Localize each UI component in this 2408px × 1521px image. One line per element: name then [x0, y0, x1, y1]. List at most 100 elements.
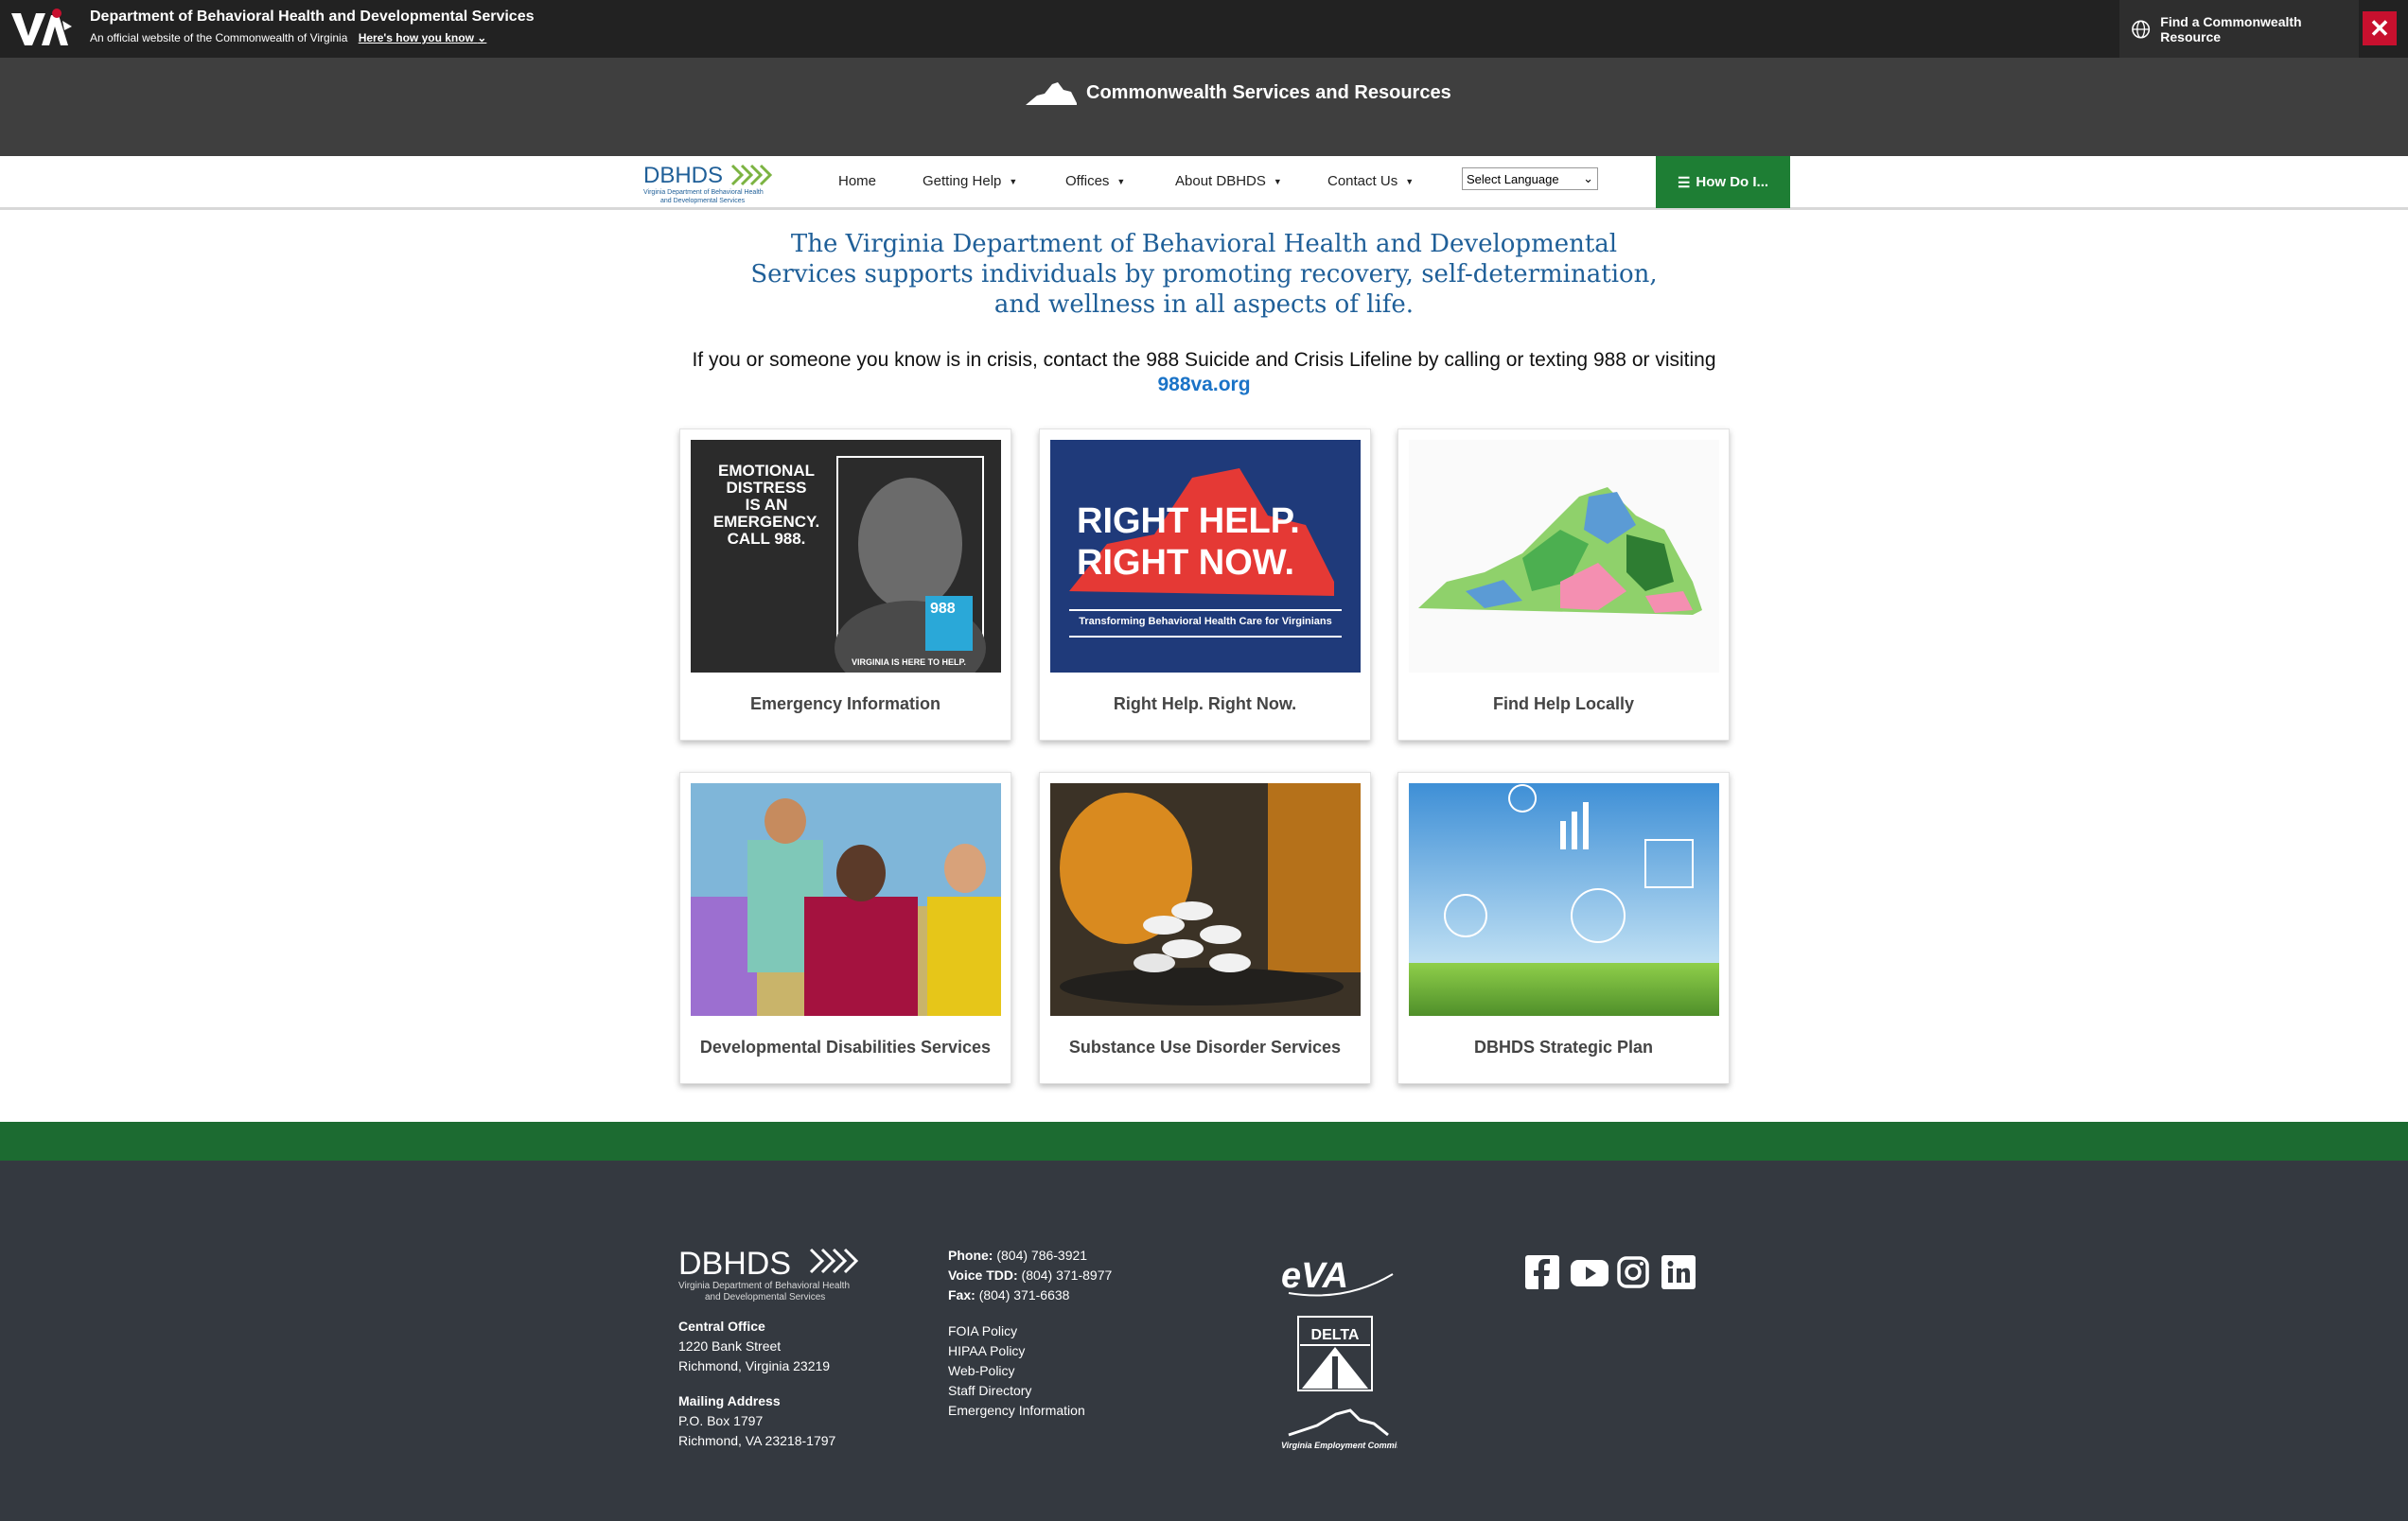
- card-strategic-plan[interactable]: DBHDS Strategic Plan: [1397, 772, 1730, 1084]
- headline-line: CALL 988.: [727, 530, 806, 548]
- youtube-icon[interactable]: [1571, 1255, 1608, 1289]
- card-label: DBHDS Strategic Plan: [1473, 1038, 1654, 1057]
- mailing-label: Mailing Address: [678, 1393, 781, 1408]
- instagram-icon[interactable]: [1616, 1255, 1650, 1289]
- nav-offices[interactable]: Offices ▼: [1065, 173, 1125, 189]
- headline-line: EMERGENCY.: [712, 513, 820, 531]
- commonwealth-bar: Commonwealth Services and Resources: [0, 58, 2408, 156]
- headline-line: DISTRESS: [726, 479, 807, 497]
- phone-label: Phone:: [948, 1248, 993, 1263]
- footer-logo-text: DBHDS: [678, 1246, 791, 1282]
- right-help-headline: RIGHT HELP. RIGHT NOW.: [1077, 500, 1300, 584]
- 988-link[interactable]: 988va.org: [662, 373, 1746, 397]
- right-help-tagline: Transforming Behavioral Health Care for …: [1079, 616, 1332, 627]
- caret-down-icon: ▼: [1009, 177, 1018, 187]
- main-navigation: DBHDS Virginia Department of Behavioral …: [0, 156, 2408, 210]
- card-find-help-locally[interactable]: Find Help Locally: [1397, 428, 1730, 741]
- emergency-image: EMOTIONAL DISTRESS IS AN EMERGENCY. CALL…: [691, 440, 1001, 673]
- phone-value[interactable]: (804) 786-3921: [996, 1248, 1087, 1263]
- close-icon[interactable]: ✕: [2363, 11, 2397, 45]
- tdd-label: Voice TDD:: [948, 1268, 1018, 1283]
- headline-line: IS AN: [745, 496, 788, 514]
- svg-text:DBHDS: DBHDS: [643, 163, 723, 188]
- tdd-value[interactable]: (804) 371-8977: [1022, 1268, 1113, 1283]
- commonwealth-services-link[interactable]: Commonwealth Services and Resources: [1024, 79, 1451, 107]
- foia-policy-link[interactable]: FOIA Policy: [948, 1321, 1085, 1341]
- how-do-i-label: How Do I...: [1696, 174, 1769, 190]
- caret-down-icon: ▼: [1116, 177, 1126, 187]
- central-office-label: Central Office: [678, 1319, 765, 1334]
- virginia-logo[interactable]: [8, 4, 76, 49]
- delta-text: DELTA: [1311, 1327, 1360, 1343]
- virginia-map-image: [1409, 440, 1719, 673]
- crisis-text: If you or someone you know is in crisis,…: [692, 349, 1716, 371]
- linkedin-icon[interactable]: [1661, 1255, 1696, 1289]
- dbhds-logo[interactable]: DBHDS Virginia Department of Behavioral …: [642, 160, 795, 205]
- mailing-line: P.O. Box 1797: [678, 1413, 764, 1428]
- caret-down-icon: ▼: [1273, 177, 1282, 187]
- official-site-text: An official website of the Commonwealth …: [90, 31, 486, 44]
- globe-icon: [2132, 20, 2151, 38]
- find-resource-button[interactable]: Find a Commonwealth Resource: [2119, 0, 2359, 58]
- svg-text:Virginia Department of Behavio: Virginia Department of Behavioral Health: [643, 189, 764, 196]
- partner-logos: eVA DELTA Virginia Employment Commission: [1279, 1251, 1419, 1464]
- footer-logo-sub: and Developmental Services: [705, 1292, 825, 1302]
- dbhds-footer-logo[interactable]: DBHDS Virginia Department of Behavioral …: [678, 1246, 877, 1306]
- social-links: [1525, 1255, 1696, 1289]
- nav-about[interactable]: About DBHDS ▼: [1175, 173, 1282, 189]
- emergency-information-link[interactable]: Emergency Information: [948, 1401, 1085, 1421]
- emergency-tagline: VIRGINIA IS HERE TO HELP.: [852, 657, 966, 667]
- web-policy-link[interactable]: Web-Policy: [948, 1361, 1085, 1381]
- emergency-headline: EMOTIONAL DISTRESS IS AN EMERGENCY. CALL…: [700, 463, 833, 548]
- headline-line: EMOTIONAL: [718, 462, 815, 480]
- crisis-message: If you or someone you know is in crisis,…: [662, 348, 1746, 397]
- card-developmental-disabilities[interactable]: Developmental Disabilities Services: [679, 772, 1011, 1084]
- mailing-line: Richmond, VA 23218-1797: [678, 1433, 836, 1448]
- eva-text: eVA: [1281, 1256, 1348, 1296]
- how-do-i-button[interactable]: ☰ How Do I...: [1656, 156, 1790, 208]
- how-you-know-link[interactable]: Here's how you know ⌄: [359, 31, 487, 44]
- card-substance-use[interactable]: Substance Use Disorder Services: [1039, 772, 1371, 1084]
- language-select-value: Select Language: [1467, 171, 1559, 186]
- card-right-help[interactable]: RIGHT HELP. RIGHT NOW. Transforming Beha…: [1039, 428, 1371, 741]
- right-help-image: RIGHT HELP. RIGHT NOW. Transforming Beha…: [1050, 440, 1361, 673]
- hipaa-policy-link[interactable]: HIPAA Policy: [948, 1341, 1085, 1361]
- footer-logo-sub: Virginia Department of Behavioral Health: [678, 1281, 850, 1291]
- tdd-row: Voice TDD: (804) 371-8977: [948, 1266, 1112, 1285]
- official-banner: Department of Behavioral Health and Deve…: [0, 0, 2408, 58]
- people-image: [691, 783, 1001, 1016]
- pills-image: [1050, 783, 1361, 1016]
- svg-text:and Developmental Services: and Developmental Services: [660, 198, 746, 204]
- nav-contact-label: Contact Us: [1327, 173, 1398, 189]
- headline-line: RIGHT NOW.: [1077, 543, 1295, 583]
- fax-value: (804) 371-6638: [978, 1287, 1070, 1302]
- hamburger-icon: ☰: [1677, 174, 1691, 191]
- agency-name: Department of Behavioral Health and Deve…: [90, 9, 535, 25]
- fax-row: Fax: (804) 371-6638: [948, 1285, 1112, 1305]
- staff-directory-link[interactable]: Staff Directory: [948, 1381, 1085, 1401]
- delta-logo[interactable]: DELTA: [1279, 1315, 1397, 1396]
- card-label: Substance Use Disorder Services: [1068, 1038, 1342, 1057]
- fax-label: Fax:: [948, 1287, 976, 1302]
- nav-home[interactable]: Home: [838, 173, 876, 189]
- card-emergency-information[interactable]: EMOTIONAL DISTRESS IS AN EMERGENCY. CALL…: [679, 428, 1011, 741]
- official-text: An official website of the Commonwealth …: [90, 31, 348, 44]
- card-label: Emergency Information: [749, 694, 941, 713]
- mission-statement: The Virginia Department of Behavioral He…: [750, 230, 1658, 319]
- language-select[interactable]: Select Language ⌄: [1462, 167, 1598, 190]
- nav-contact[interactable]: Contact Us ▼: [1327, 173, 1414, 189]
- nav-getting-help[interactable]: Getting Help ▼: [923, 173, 1017, 189]
- card-label: Right Help. Right Now.: [1113, 694, 1297, 713]
- eva-logo[interactable]: eVA: [1279, 1251, 1397, 1301]
- vec-logo[interactable]: Virginia Employment Commission: [1279, 1407, 1419, 1460]
- headline-line: RIGHT HELP.: [1077, 501, 1300, 541]
- virginia-outline-icon: [1026, 82, 1077, 105]
- facebook-icon[interactable]: [1525, 1255, 1559, 1289]
- 988-badge: 988: [930, 601, 956, 617]
- nav-offices-label: Offices: [1065, 173, 1110, 189]
- caret-down-icon: ▼: [1405, 177, 1415, 187]
- central-office-line: 1220 Bank Street: [678, 1338, 782, 1354]
- find-resource-label: Find a Commonwealth Resource: [2160, 13, 2302, 44]
- card-label: Find Help Locally: [1492, 694, 1635, 713]
- phone-row: Phone: (804) 786-3921: [948, 1246, 1112, 1266]
